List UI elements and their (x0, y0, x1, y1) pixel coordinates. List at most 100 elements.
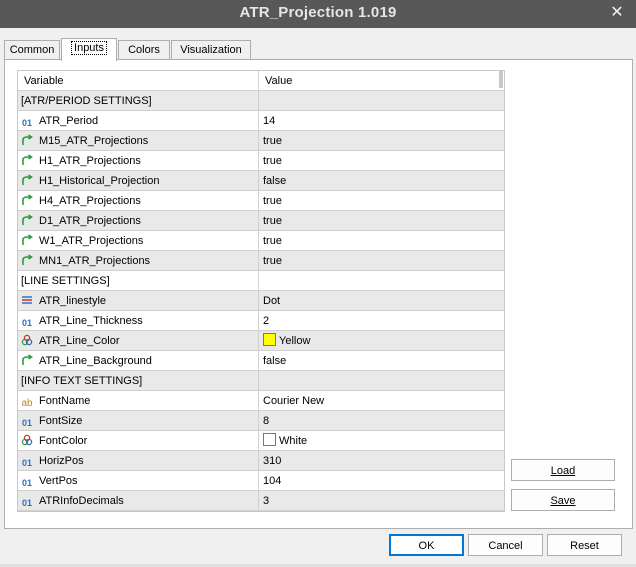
value-cell[interactable]: 3 (259, 491, 504, 511)
table-row[interactable]: 01 ATR_Period 14 (18, 111, 504, 131)
variable-cell: [INFO TEXT SETTINGS] (18, 371, 259, 391)
variable-cell: ATR_Line_Color (18, 331, 259, 351)
variable-label: ATR_linestyle (39, 295, 107, 307)
value-text: true (263, 195, 282, 207)
boolean-icon (22, 214, 33, 225)
value-text: 2 (263, 315, 270, 327)
table-row[interactable]: 01 FontSize 8 (18, 411, 504, 431)
value-cell[interactable]: true (259, 191, 504, 211)
value-cell[interactable]: Courier New (259, 391, 504, 411)
value-text: Dot (263, 295, 281, 307)
table-row[interactable]: FontColor White (18, 431, 504, 451)
save-button[interactable]: Save (511, 489, 615, 511)
value-cell[interactable]: Yellow (259, 331, 504, 351)
variable-label: FontSize (39, 415, 83, 427)
section-row[interactable]: [INFO TEXT SETTINGS] (18, 371, 504, 391)
value-cell[interactable]: true (259, 131, 504, 151)
table-row[interactable]: W1_ATR_Projections true (18, 231, 504, 251)
tab-colors-label: Colors (128, 44, 160, 56)
table-row[interactable]: ab FontName Courier New (18, 391, 504, 411)
variable-label: ATR_Line_Color (39, 335, 120, 347)
load-button-label: Load (550, 465, 576, 477)
tab-common[interactable]: Common (4, 40, 60, 60)
section-row[interactable]: [ATR/PERIOD SETTINGS] (18, 91, 504, 111)
value-text: true (263, 255, 282, 267)
variable-label: D1_ATR_Projections (39, 215, 141, 227)
section-value-cell (259, 91, 504, 111)
variable-cell: 01 ATRInfoDecimals (18, 491, 259, 511)
variable-label: W1_ATR_Projections (39, 235, 144, 247)
value-text: 310 (263, 455, 282, 467)
variable-label: H1_Historical_Projection (39, 175, 160, 187)
boolean-icon (22, 134, 33, 145)
tab-inputs[interactable]: Inputs (61, 38, 117, 61)
grid-scrollbar[interactable] (499, 70, 503, 88)
value-cell[interactable]: 14 (259, 111, 504, 131)
value-cell[interactable]: 2 (259, 311, 504, 331)
color-swatch (263, 433, 276, 446)
table-row[interactable]: ATR_Line_Background false (18, 351, 504, 371)
value-cell[interactable]: 8 (259, 411, 504, 431)
save-button-label: Save (550, 495, 576, 507)
integer-icon: 01 (21, 458, 32, 468)
table-row[interactable]: H1_Historical_Projection false (18, 171, 504, 191)
reset-button[interactable]: Reset (547, 534, 622, 556)
value-text: true (263, 215, 282, 227)
value-text: 8 (263, 415, 270, 427)
variable-cell: ab FontName (18, 391, 259, 411)
variable-cell: 01 VertPos (18, 471, 259, 491)
tab-colors[interactable]: Colors (118, 40, 170, 60)
value-cell[interactable]: true (259, 251, 504, 271)
table-row[interactable]: H4_ATR_Projections true (18, 191, 504, 211)
value-cell[interactable]: true (259, 151, 504, 171)
value-text: Yellow (279, 335, 311, 347)
variable-label: HorizPos (39, 455, 84, 467)
variable-label: M15_ATR_Projections (39, 135, 149, 147)
value-cell[interactable]: true (259, 231, 504, 251)
boolean-icon (22, 354, 33, 365)
table-row[interactable]: ATR_Line_Color Yellow (18, 331, 504, 351)
value-cell[interactable]: false (259, 171, 504, 191)
section-value-cell (259, 271, 504, 291)
table-row[interactable]: H1_ATR_Projections true (18, 151, 504, 171)
value-text: Courier New (263, 395, 325, 407)
variable-cell: D1_ATR_Projections (18, 211, 259, 231)
ok-button[interactable]: OK (389, 534, 464, 556)
integer-icon: 01 (21, 118, 32, 128)
value-text: true (263, 135, 282, 147)
table-row[interactable]: 01 ATRInfoDecimals 3 (18, 491, 504, 511)
variable-label: H4_ATR_Projections (39, 195, 141, 207)
value-cell[interactable]: 104 (259, 471, 504, 491)
value-cell[interactable]: Dot (259, 291, 504, 311)
boolean-icon (22, 174, 33, 185)
value-cell[interactable]: White (259, 431, 504, 451)
boolean-icon (22, 154, 33, 165)
table-row[interactable]: 01 VertPos 104 (18, 471, 504, 491)
variable-cell: ATR_Line_Background (18, 351, 259, 371)
variable-label: VertPos (39, 475, 78, 487)
table-row[interactable]: MN1_ATR_Projections true (18, 251, 504, 271)
tab-visualization[interactable]: Visualization (171, 40, 251, 60)
variable-label: ATR_Line_Thickness (39, 315, 143, 327)
variable-cell: [LINE SETTINGS] (18, 271, 259, 291)
value-cell[interactable]: 310 (259, 451, 504, 471)
table-row[interactable]: 01 HorizPos 310 (18, 451, 504, 471)
value-cell[interactable]: false (259, 351, 504, 371)
color-swatch (263, 333, 276, 346)
close-icon[interactable]: ✕ (608, 4, 626, 22)
value-text: true (263, 235, 282, 247)
header-variable[interactable]: Variable (18, 71, 259, 91)
inputs-grid[interactable]: Variable Value [ATR/PERIOD SETTINGS] 01 AT… (17, 70, 505, 512)
header-value[interactable]: Value (259, 71, 504, 91)
section-row[interactable]: [LINE SETTINGS] (18, 271, 504, 291)
table-row[interactable]: ATR_linestyle Dot (18, 291, 504, 311)
variable-label: H1_ATR_Projections (39, 155, 141, 167)
table-row[interactable]: M15_ATR_Projections true (18, 131, 504, 151)
variable-label: [ATR/PERIOD SETTINGS] (21, 95, 152, 107)
table-row[interactable]: 01 ATR_Line_Thickness 2 (18, 311, 504, 331)
table-row[interactable]: D1_ATR_Projections true (18, 211, 504, 231)
cancel-button[interactable]: Cancel (468, 534, 543, 556)
value-cell[interactable]: true (259, 211, 504, 231)
variable-label: MN1_ATR_Projections (39, 255, 151, 267)
load-button[interactable]: Load (511, 459, 615, 481)
